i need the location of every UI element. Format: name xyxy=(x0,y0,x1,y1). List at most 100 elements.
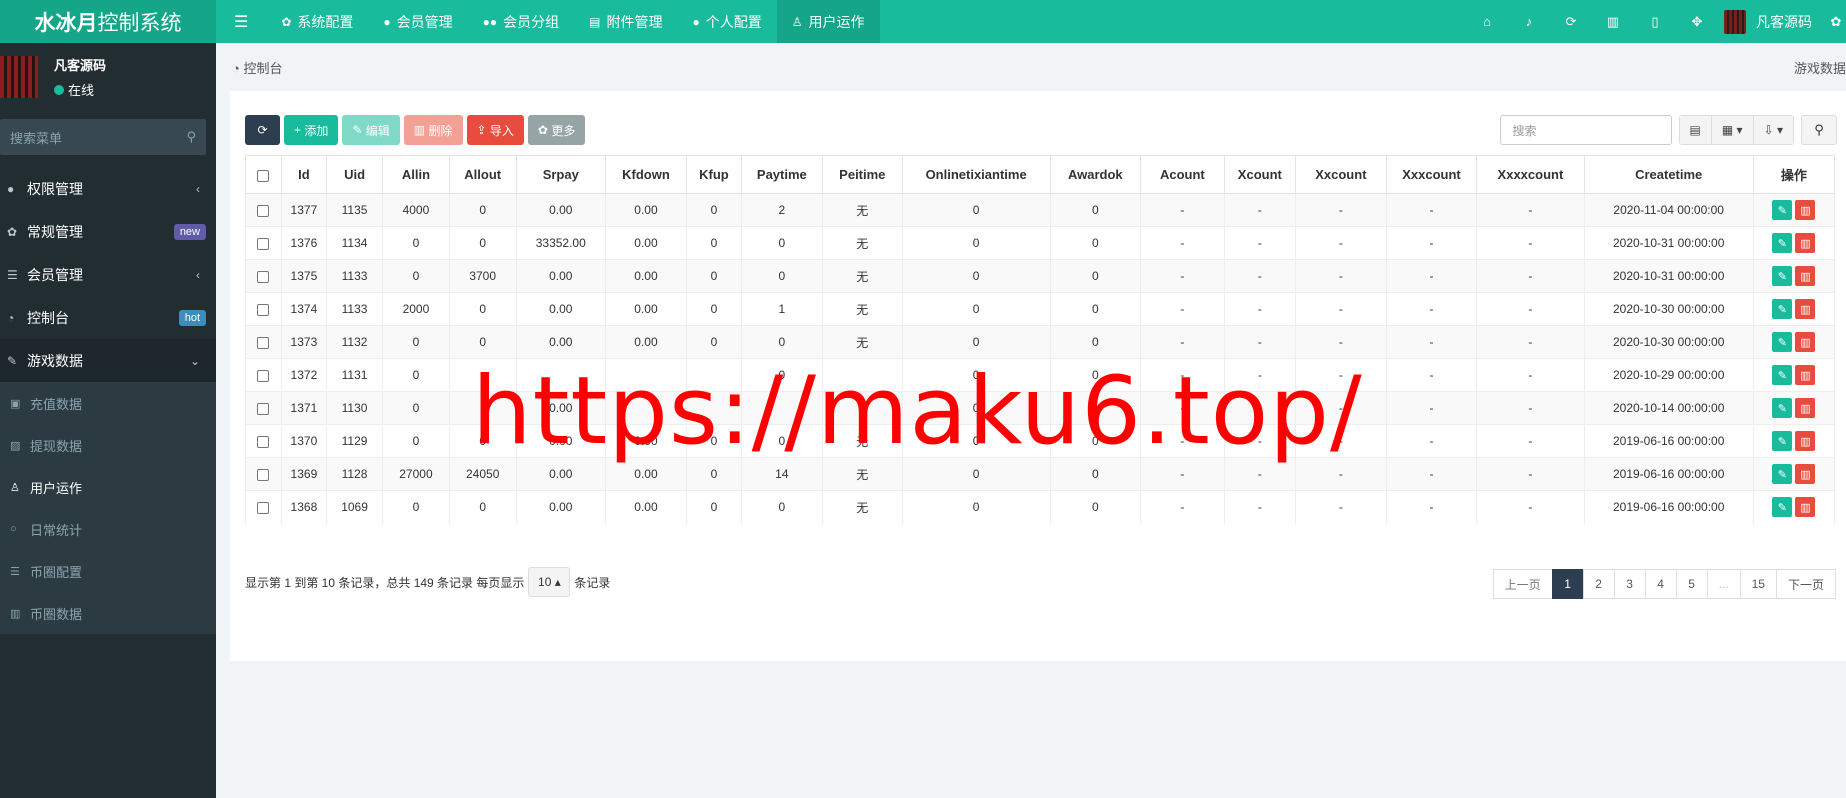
column-header[interactable]: Paytime xyxy=(740,155,823,194)
row-delete-button[interactable]: ▥ xyxy=(1795,233,1816,253)
column-header[interactable]: Srpay xyxy=(515,155,606,194)
refresh-button[interactable]: ⟳ xyxy=(245,115,280,145)
table-row[interactable]: 1375 1133 0 3700 0.00 0.00 0 0 无 0 0- - - - -2020-10-3… xyxy=(245,259,1836,293)
app-logo[interactable]: 水冰月 控制系统 xyxy=(0,0,216,43)
row-delete-button[interactable]: ▥ xyxy=(1795,497,1816,518)
nav-attachment[interactable]: ▤ 附件管理 xyxy=(574,0,677,43)
row-delete-button[interactable]: ▥ xyxy=(1795,464,1816,484)
home-icon[interactable]: ⌂ xyxy=(1466,14,1508,29)
prev-page-button[interactable]: 上一页 xyxy=(1492,569,1553,599)
fullscreen-icon[interactable]: ✥ xyxy=(1676,14,1718,30)
page-button[interactable]: 15 xyxy=(1739,569,1777,599)
sidebar-subitem-daily-stats[interactable]: ○ 日常统计 xyxy=(0,508,216,550)
row-delete-button[interactable]: ▥ xyxy=(1795,200,1816,220)
page-button[interactable]: 4 xyxy=(1644,569,1677,599)
row-checkbox[interactable] xyxy=(257,502,270,515)
columns-button[interactable]: ▦ ▾ xyxy=(1711,116,1754,144)
table-search-input[interactable]: 搜索 xyxy=(1499,115,1672,145)
column-header[interactable]: Kfdown xyxy=(604,155,688,194)
sidebar-subitem-recharge[interactable]: ▣ 充值数据 xyxy=(0,382,216,424)
row-edit-button[interactable]: ✎ xyxy=(1772,266,1793,286)
user-menu[interactable]: 凡客源码 xyxy=(1718,9,1826,34)
column-header[interactable]: Onlinetixiantime xyxy=(901,155,1051,194)
nav-user-operation[interactable]: ♙ 用户运作 xyxy=(776,0,880,43)
row-edit-button[interactable]: ✎ xyxy=(1772,299,1793,319)
table-row[interactable]: 1374 1133 2000 0 0.00 0.00 0 1 无 0 0- - - - -2020-10-3… xyxy=(245,292,1836,326)
more-button[interactable]: ✿ 更多 xyxy=(527,115,586,145)
page-size-select[interactable]: 10 ▴ xyxy=(528,567,571,597)
sidebar-search-input[interactable]: 搜索菜单 ⚲ xyxy=(0,119,206,155)
bell-icon[interactable]: ♪ xyxy=(1508,14,1550,29)
gear-icon[interactable]: ✿ xyxy=(1826,14,1846,30)
column-header[interactable]: Id xyxy=(280,155,328,194)
column-header[interactable]: Allout xyxy=(448,155,517,194)
next-page-button[interactable]: 下一页 xyxy=(1775,569,1836,599)
page-button[interactable]: 1 xyxy=(1551,569,1584,599)
table-row[interactable]: 1376 1134 0 0 33352.00 0.00 0 0 无 0 0- - - - -2020-10-… xyxy=(245,226,1836,260)
column-header[interactable]: Awardok xyxy=(1049,155,1142,194)
row-delete-button[interactable]: ▥ xyxy=(1795,299,1816,319)
row-delete-button[interactable]: ▥ xyxy=(1795,431,1816,451)
add-button[interactable]: + 添加 xyxy=(284,115,339,145)
column-header[interactable]: Allin xyxy=(382,155,450,194)
table-row[interactable]: 1377 1135 4000 0 0.00 0.00 0 2 无 0 0- - - - -2020-11-0… xyxy=(245,193,1836,227)
sidebar-item-general[interactable]: ✿ 常规管理 new xyxy=(0,210,216,253)
row-checkbox[interactable] xyxy=(257,402,270,415)
breadcrumb-label[interactable]: 控制台 xyxy=(243,61,282,76)
trash-icon[interactable]: ▥ xyxy=(1592,14,1634,30)
sidebar-item-dashboard[interactable]: ◔ 控制台 hot xyxy=(0,296,216,339)
table-row[interactable]: 1368 1069 0 0 0.00 0.00 0 0 无 0 0- - - - -2019-06-16 0… xyxy=(245,490,1836,524)
sidebar-subitem-coin-data[interactable]: ▥ 币圈数据 xyxy=(0,592,216,634)
row-checkbox[interactable] xyxy=(257,468,270,481)
nav-personal-config[interactable]: ● 个人配置 xyxy=(678,0,777,43)
language-icon[interactable]: ▯ xyxy=(1634,14,1676,30)
column-header[interactable]: Peitime xyxy=(821,155,903,194)
export-button[interactable]: ⇩ ▾ xyxy=(1753,116,1793,144)
row-delete-button[interactable]: ▥ xyxy=(1795,266,1816,286)
refresh-icon[interactable]: ⟳ xyxy=(1550,14,1592,30)
column-header[interactable]: Kfup xyxy=(686,155,742,194)
column-header[interactable]: Xxcount xyxy=(1295,155,1387,194)
row-checkbox[interactable] xyxy=(257,369,270,382)
row-edit-button[interactable]: ✎ xyxy=(1772,200,1793,220)
search-button[interactable]: ⚲ xyxy=(1801,115,1837,145)
column-header[interactable]: Uid xyxy=(326,155,384,194)
page-button[interactable]: 2 xyxy=(1582,569,1615,599)
row-checkbox[interactable] xyxy=(257,303,270,316)
sidebar-subitem-coin-config[interactable]: ☰ 币圈配置 xyxy=(0,550,216,592)
row-edit-button[interactable]: ✎ xyxy=(1772,464,1793,484)
row-checkbox[interactable] xyxy=(257,204,270,217)
column-header[interactable]: Createtime xyxy=(1583,155,1754,194)
nav-member-manage[interactable]: ● 会员管理 xyxy=(368,0,467,43)
sidebar-subitem-withdraw[interactable]: ▨ 提现数据 xyxy=(0,424,216,466)
edit-button[interactable]: ✎ 编辑 xyxy=(342,115,400,145)
nav-system-config[interactable]: ✿ 系统配置 xyxy=(266,0,368,43)
row-edit-button[interactable]: ✎ xyxy=(1772,398,1793,418)
sidebar-item-permission[interactable]: ● 权限管理 ‹ xyxy=(0,167,216,210)
row-checkbox[interactable] xyxy=(257,336,270,349)
column-header[interactable]: Xxxcount xyxy=(1385,155,1478,194)
row-delete-button[interactable]: ▥ xyxy=(1795,332,1816,352)
sidebar-subitem-user-operation[interactable]: ♙ 用户运作 xyxy=(0,466,216,508)
row-edit-button[interactable]: ✎ xyxy=(1772,365,1793,385)
import-button[interactable]: ⇪ 导入 xyxy=(466,115,524,145)
row-edit-button[interactable]: ✎ xyxy=(1772,233,1793,253)
sidebar-item-game-data[interactable]: ✎ 游戏数据 ⌄ xyxy=(0,339,216,382)
row-delete-button[interactable]: ▥ xyxy=(1795,365,1816,385)
column-header[interactable]: Xcount xyxy=(1223,155,1297,194)
delete-button[interactable]: ▥ 删除 xyxy=(403,115,463,145)
column-header[interactable]: 操作 xyxy=(1752,155,1836,194)
row-edit-button[interactable]: ✎ xyxy=(1772,332,1793,352)
row-checkbox[interactable] xyxy=(257,435,270,448)
row-checkbox[interactable] xyxy=(257,270,270,283)
column-header[interactable]: Acount xyxy=(1140,155,1225,194)
page-button[interactable]: 3 xyxy=(1613,569,1646,599)
table-row[interactable]: 1373 1132 0 0 0.00 0.00 0 0 无 0 0- - - - -2020-10-30 0… xyxy=(245,325,1836,359)
nav-member-group[interactable]: ●● 会员分组 xyxy=(468,0,575,43)
row-delete-button[interactable]: ▥ xyxy=(1795,398,1816,418)
sidebar-item-member[interactable]: ☰ 会员管理 ‹ xyxy=(0,253,216,296)
card-view-button[interactable]: ▤ xyxy=(1679,116,1712,144)
row-edit-button[interactable]: ✎ xyxy=(1772,497,1793,518)
page-button[interactable]: 5 xyxy=(1675,569,1708,599)
breadcrumb-right[interactable]: 游戏数据 xyxy=(1794,58,1846,77)
